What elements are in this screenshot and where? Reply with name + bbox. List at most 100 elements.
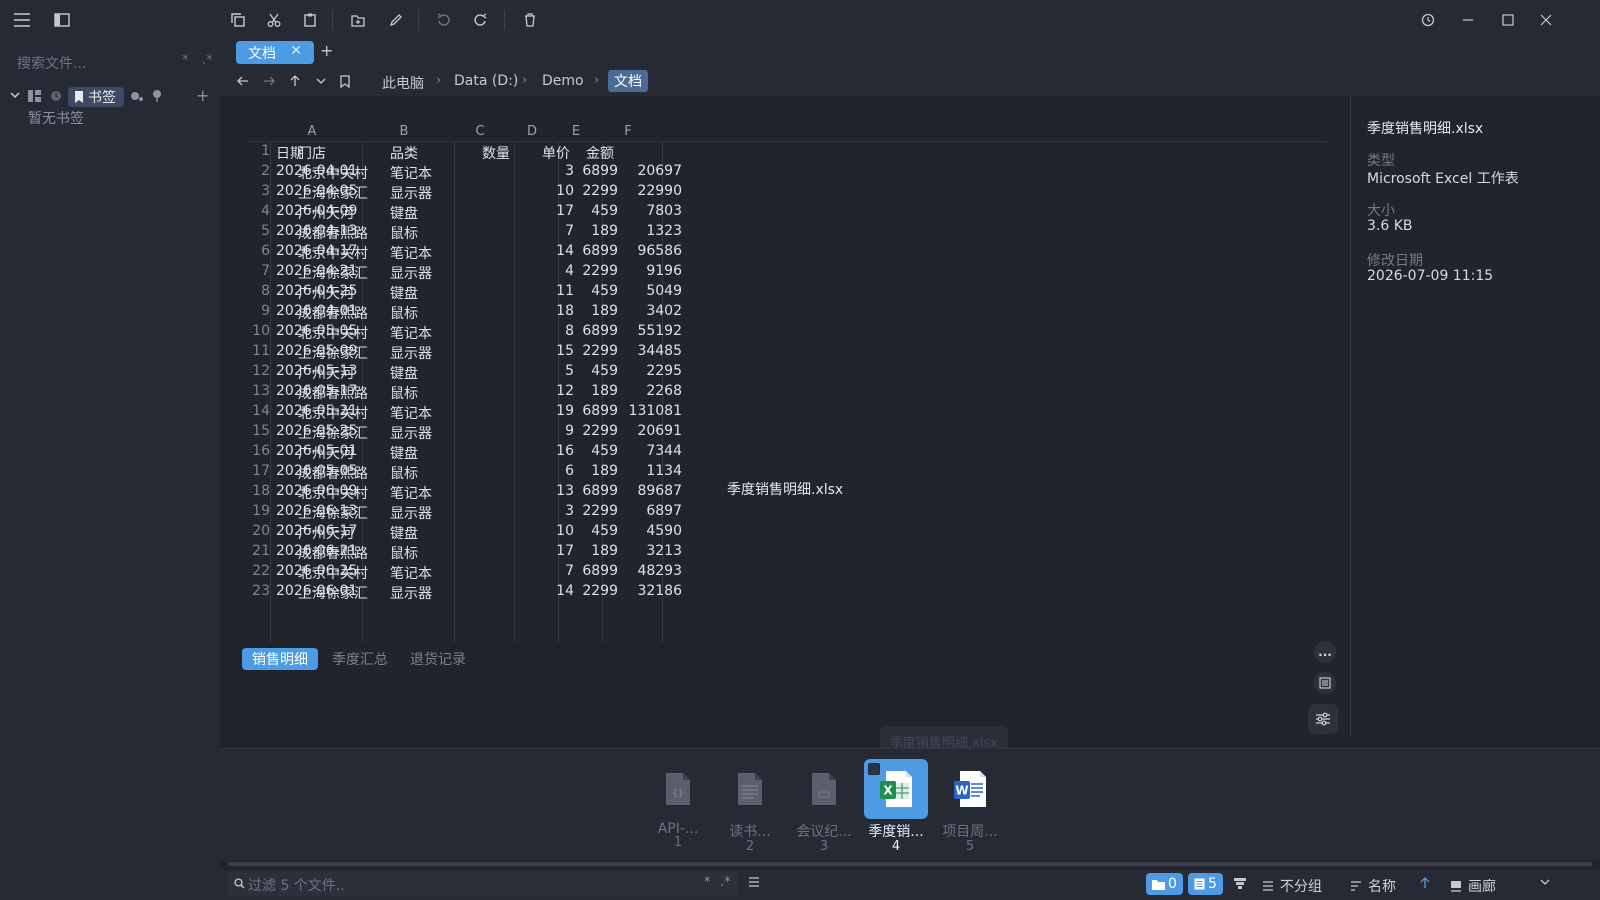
redo-icon[interactable] [470,10,490,30]
sidebar: 搜索文件... * .* 书签 + 暂无书签 [0,0,220,900]
delete-icon[interactable] [520,10,540,30]
row-number: 15 [252,423,270,439]
back-icon[interactable] [234,72,252,90]
breadcrumb-demo[interactable]: Demo [542,73,584,89]
document-file-icon [792,759,856,819]
table-cell: 广州天河 [298,446,354,462]
row-number: 5 [261,223,270,239]
table-cell: 上海徐家汇 [298,186,368,202]
row-number: 12 [252,363,270,379]
row-number: 20 [252,523,270,539]
sort-ascending-icon[interactable] [1420,877,1430,889]
file-count-badge[interactable]: 5 [1188,873,1223,895]
chevron-down-icon[interactable] [1540,879,1550,886]
header-cell: 门店 [298,146,326,162]
maximize-icon[interactable] [1498,10,1518,30]
add-bookmark-button[interactable]: + [196,86,209,105]
copy-icon[interactable] [228,10,248,30]
history-dropdown-icon[interactable] [312,72,330,90]
new-folder-icon[interactable] [348,10,368,30]
more-options-button[interactable]: ... [1314,641,1336,663]
table-cell: 鼠标 [390,386,418,402]
info-type-value: Microsoft Excel 工作表 [1367,171,1519,187]
header-cell: 品类 [390,146,418,162]
select-checkbox[interactable] [868,763,880,775]
filter-wildcard-toggle[interactable]: * [704,875,711,890]
bookmark-icon [75,91,83,103]
sort-selector[interactable]: 名称 [1350,876,1396,896]
close-icon[interactable] [1536,10,1556,30]
gallery-item-index: 3 [819,839,829,854]
settings-sliders-icon[interactable] [1308,704,1338,734]
row-number: 9 [261,303,270,319]
gallery-item[interactable]: {} API-... 1 [646,759,710,850]
table-cell: 20691 [637,423,682,439]
table-cell: 鼠标 [390,306,418,322]
gallery-item[interactable]: 读书... 2 [718,759,782,854]
cut-icon[interactable] [264,10,284,30]
row-number: 4 [261,203,270,219]
table-cell: 成都春熙路 [298,546,368,562]
gallery-item[interactable]: 会议纪... 3 [792,759,856,854]
table-cell: 键盘 [390,446,418,462]
group-selector[interactable]: 不分组 [1262,876,1322,896]
sheet-tab-returns[interactable]: 退货记录 [400,648,476,670]
gallery-item-name: 项目周... [942,824,998,840]
gallery-scrollbar[interactable] [228,862,1592,866]
paste-icon[interactable] [300,10,320,30]
new-tab-button[interactable]: + [320,41,333,60]
folder-count-badge[interactable]: 0 [1146,873,1183,895]
history-icon[interactable] [50,90,62,102]
up-icon[interactable] [286,72,304,90]
status-bar: 过滤 5 个文件.. * .* 0 5 不分组 名称 画廊 [220,870,1600,900]
forward-icon[interactable] [260,72,278,90]
bookmarks-tab[interactable]: 书签 [68,87,124,107]
grid-icon[interactable] [28,90,41,102]
gallery-item-name: 季度销... [868,824,924,840]
bookmark-add-icon[interactable] [336,72,354,90]
table-cell: 显示器 [390,346,432,362]
search-files-input[interactable]: 搜索文件... * .* [12,50,213,74]
view-mode-selector[interactable]: 画廊 [1450,876,1496,896]
list-options-icon[interactable] [748,877,760,887]
file-icon [1194,878,1205,890]
chevron-down-icon[interactable] [10,90,20,100]
filter-funnel-icon[interactable] [1234,878,1246,889]
tag-icon[interactable] [130,90,144,102]
table-cell: 显示器 [390,506,432,522]
bookmarks-tab-label: 书签 [88,90,116,106]
spreadsheet-preview: A B C D E F 1 日期 门店 品类 数量 单价 金额 2 2026-04-01 北京中关村 笔记本 3 6… [246,124,1346,654]
breadcrumb-this-pc[interactable]: 此电脑 [382,73,424,93]
row-number: 16 [252,443,270,459]
filter-input[interactable]: 过滤 5 个文件.. * .* [228,872,738,896]
table-cell: 笔记本 [390,326,432,342]
no-bookmarks-text: 暂无书签 [28,111,84,127]
sheet-tab-sales-detail[interactable]: 销售明细 [242,648,318,670]
details-toggle-icon[interactable] [1314,672,1336,694]
undo-icon[interactable] [434,10,454,30]
gallery-item[interactable]: W 项目周... 5 [938,759,1002,854]
history-icon[interactable] [1418,10,1438,30]
rename-icon[interactable] [386,10,406,30]
word-file-icon: W [938,759,1002,819]
breadcrumb-documents[interactable]: 文档 [608,70,648,92]
svg-text:{}: {} [672,789,683,799]
breadcrumb-drive[interactable]: Data (D:) [454,73,518,89]
table-cell: 广州天河 [298,286,354,302]
table-cell: 显示器 [390,426,432,442]
search-wildcard-toggle[interactable]: * [182,53,189,68]
search-regex-toggle[interactable]: .* [202,53,213,68]
sheet-tab-quarterly-summary[interactable]: 季度汇总 [322,648,398,670]
gallery-item-selected[interactable]: X 季度销... 4 [864,759,928,854]
minimize-icon[interactable] [1458,10,1478,30]
filter-regex-toggle[interactable]: .* [720,875,731,890]
gallery-item-name: 会议纪... [796,824,852,840]
tab-documents[interactable]: 文档 ✕ [236,41,314,64]
view-mode-label: 画廊 [1468,879,1496,895]
menu-icon[interactable] [12,10,32,30]
panel-toggle-icon[interactable] [52,10,72,30]
row-number: 11 [252,343,270,359]
row-number: 23 [252,583,270,599]
tab-close-icon[interactable]: ✕ [290,43,302,59]
pin-icon[interactable] [152,89,162,102]
